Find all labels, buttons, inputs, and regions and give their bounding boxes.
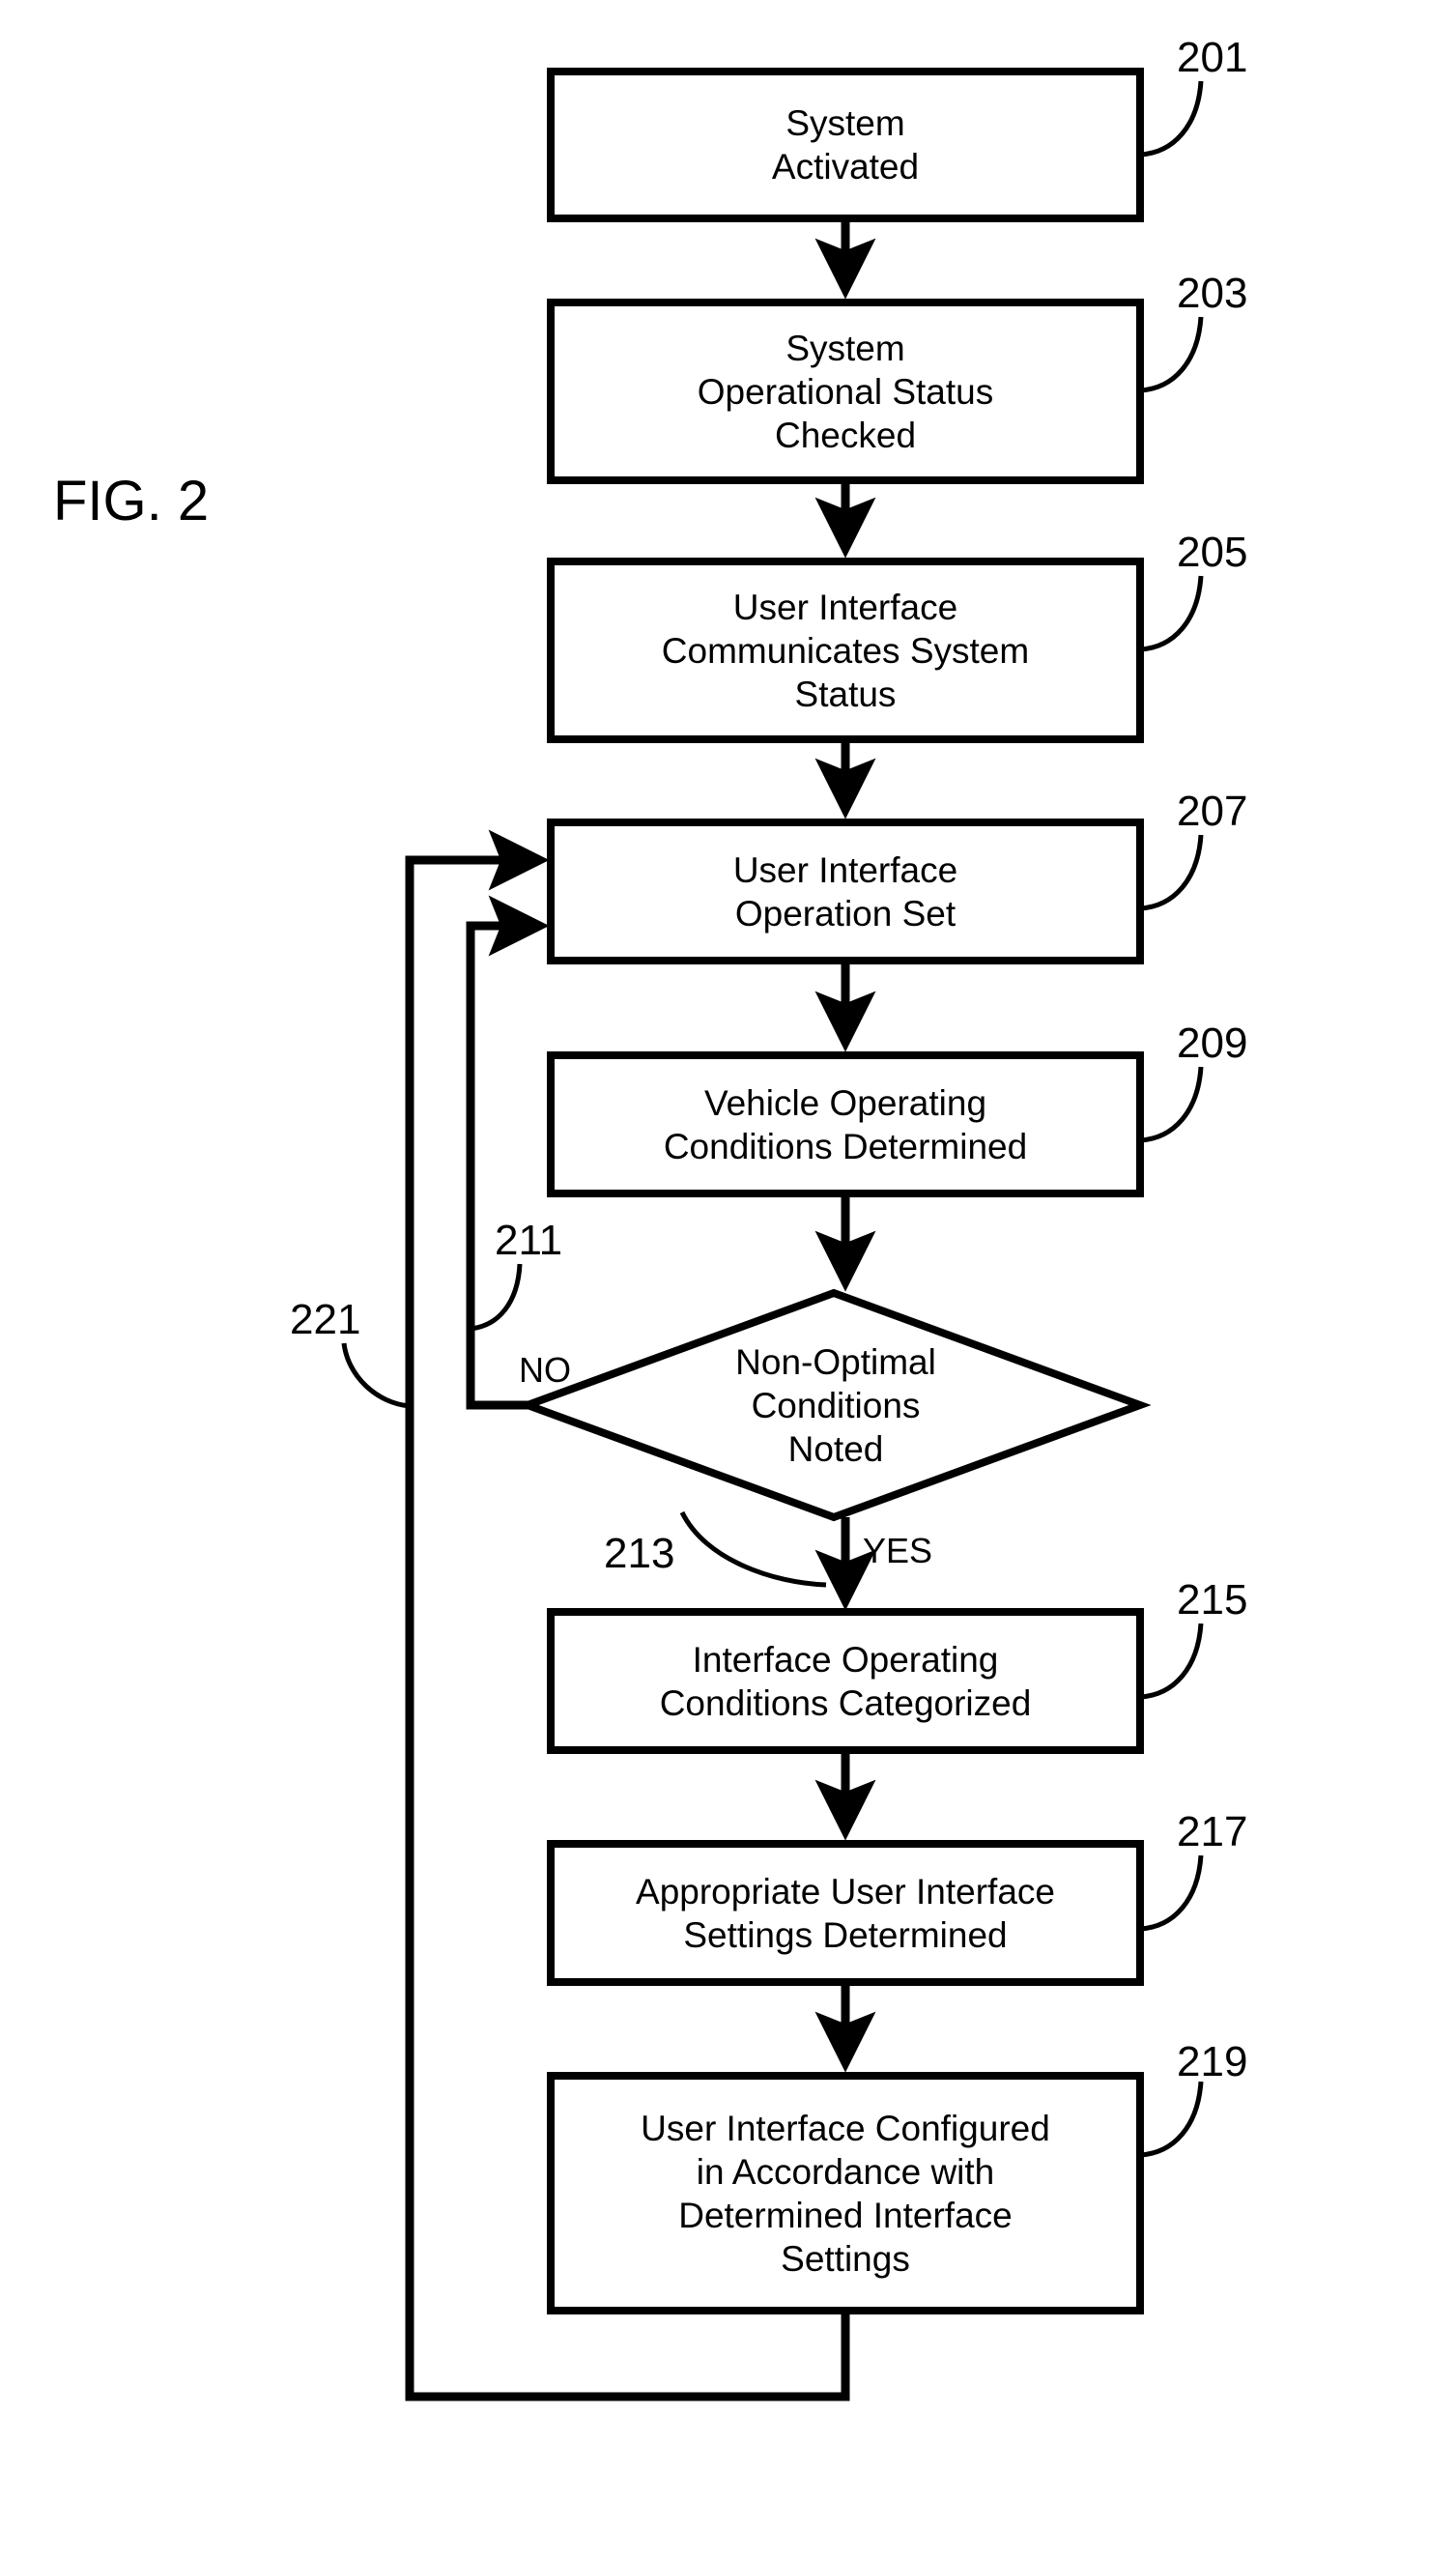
leader-201 bbox=[1139, 80, 1204, 158]
node-diamond-213 bbox=[516, 1288, 1152, 1522]
figure-label: FIG. 2 bbox=[53, 470, 210, 532]
node-box-209 bbox=[547, 1051, 1144, 1197]
ref-numeral-221: 221 bbox=[290, 1296, 361, 1343]
node-box-203 bbox=[547, 299, 1144, 484]
node-box-217 bbox=[547, 1840, 1144, 1986]
ref-numeral-215: 215 bbox=[1177, 1576, 1248, 1624]
node-box-215 bbox=[547, 1608, 1144, 1754]
branch-label-yes: YES bbox=[863, 1531, 933, 1570]
ref-numeral-207: 207 bbox=[1177, 788, 1248, 835]
leader-209 bbox=[1139, 1066, 1204, 1143]
leader-213 bbox=[679, 1510, 827, 1588]
leader-203 bbox=[1139, 316, 1204, 393]
ref-numeral-211: 211 bbox=[495, 1217, 563, 1264]
leader-211 bbox=[470, 1263, 523, 1332]
leader-221 bbox=[341, 1342, 411, 1409]
ref-numeral-219: 219 bbox=[1177, 2038, 1248, 2085]
leader-207 bbox=[1139, 834, 1204, 911]
node-box-201 bbox=[547, 68, 1144, 222]
leader-217 bbox=[1139, 1854, 1204, 1932]
ref-numeral-203: 203 bbox=[1177, 270, 1248, 317]
edge-213-207-no-loop bbox=[466, 895, 550, 1410]
node-box-219 bbox=[547, 2072, 1144, 2314]
ref-numeral-213: 213 bbox=[604, 1530, 675, 1577]
ref-numeral-201: 201 bbox=[1177, 34, 1248, 81]
leader-215 bbox=[1139, 1623, 1204, 1700]
leader-205 bbox=[1139, 575, 1204, 652]
node-box-207 bbox=[547, 819, 1144, 964]
leader-219 bbox=[1139, 2081, 1204, 2158]
flowchart-canvas bbox=[341, 68, 1204, 2401]
branch-label-no: NO bbox=[519, 1350, 571, 1390]
patent-figure-page: FIG. 2 System Activated System Operation… bbox=[0, 0, 1456, 2558]
ref-numeral-217: 217 bbox=[1177, 1808, 1248, 1855]
ref-numeral-209: 209 bbox=[1177, 1020, 1248, 1067]
ref-numeral-205: 205 bbox=[1177, 529, 1248, 576]
node-box-205 bbox=[547, 558, 1144, 743]
